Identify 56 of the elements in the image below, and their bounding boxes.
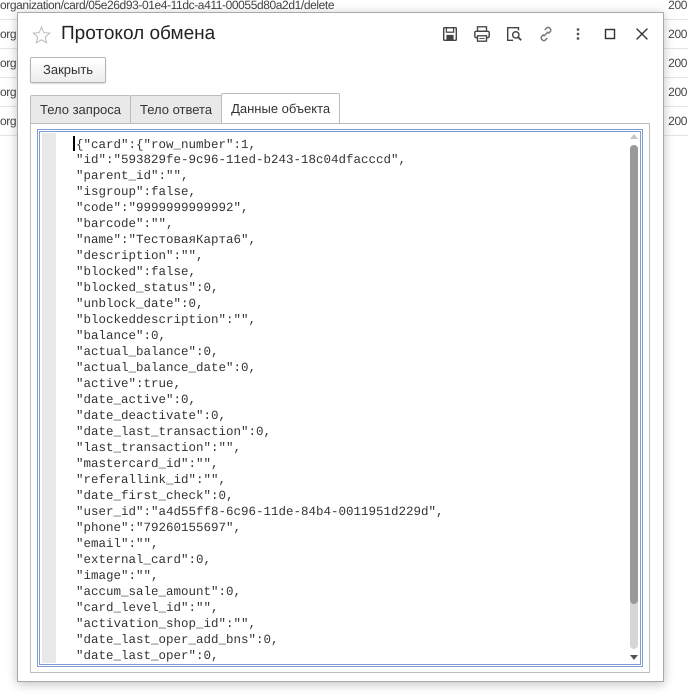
code-line: "id":"593829fe-9c96-11ed-b243-18c04dfacccd", xyxy=(76,153,406,167)
code-line: "parent_id":"", xyxy=(76,169,189,183)
close-button[interactable]: Закрыть xyxy=(30,57,106,83)
code-line: "active":true, xyxy=(76,377,182,391)
code-line: "blockeddescription":"", xyxy=(76,313,256,327)
status-code: 200 xyxy=(668,28,687,40)
list-path[interactable]: org xyxy=(0,28,16,40)
code-line: "name":"ТестоваяКарта6", xyxy=(76,233,256,247)
code-line: "date_last_oper":0, xyxy=(76,649,219,663)
code-line: "description":"", xyxy=(76,249,204,263)
code-editor[interactable] xyxy=(37,129,643,667)
code-line: "actual_balance":0, xyxy=(76,345,219,359)
code-line: "date_deactivate":0, xyxy=(76,409,226,423)
list-path[interactable]: organization/card/05e26d93-01e4-11dc-a411-00055d80a2d1/delete xyxy=(0,0,334,11)
code-line: "balance":0, xyxy=(76,329,166,343)
code-line: "phone":"79260155697", xyxy=(76,521,242,535)
code-line: "activation_shop_id":"", xyxy=(76,617,256,631)
print-icon[interactable] xyxy=(473,25,491,43)
list-path[interactable]: org xyxy=(0,115,16,127)
scrollbar-thumb[interactable] xyxy=(630,145,638,604)
tab[interactable]: Данные объекта xyxy=(221,93,340,123)
code-line: "barcode":"", xyxy=(76,217,174,231)
save-icon[interactable] xyxy=(441,25,459,43)
code-line: "mastercard_id":"", xyxy=(76,457,219,471)
tab[interactable]: Тело запроса xyxy=(30,95,132,123)
status-code: 200 xyxy=(668,57,687,69)
window-title: Протокол обмена xyxy=(61,22,216,46)
code-line: "image":"", xyxy=(76,569,159,583)
code-line: "date_last_transaction":0, xyxy=(76,425,272,439)
status-code: 200 xyxy=(668,115,687,127)
scroll-down-icon[interactable] xyxy=(630,655,638,660)
list-path[interactable]: org xyxy=(0,57,16,69)
code-line: "referallink_id":"", xyxy=(76,473,226,487)
tab[interactable]: Тело ответа xyxy=(130,95,222,123)
code-line: "last_transaction":"", xyxy=(76,441,242,455)
code-line: "date_first_check":0, xyxy=(76,489,234,503)
status-code: 200 xyxy=(668,0,687,11)
code-line: "accum_sale_amount":0, xyxy=(76,585,242,599)
code-line: "email":"", xyxy=(76,537,159,551)
code-line: "user_id":"a4d55ff8-6c96-11de-84b4-0011951d229d", xyxy=(76,505,444,519)
code-line: {"card":{"row_number":1, xyxy=(76,138,256,152)
preview-icon[interactable] xyxy=(505,25,523,43)
code-line: "external_card":0, xyxy=(76,553,212,567)
code-line: "blocked":false, xyxy=(76,265,196,279)
code-line: "blocked_status":0, xyxy=(76,281,219,295)
list-path[interactable]: org xyxy=(0,86,16,98)
code-line: "date_last_oper_add_bns":0, xyxy=(76,633,279,647)
code-line: "unblock_date":0, xyxy=(76,297,204,311)
code-line: "card_level_id":"", xyxy=(76,601,219,615)
code-line: "code":"9999999999992", xyxy=(76,201,249,215)
favorite-star-icon[interactable] xyxy=(32,26,51,44)
code-line: "date_active":0, xyxy=(76,393,196,407)
code-line: "actual_balance_date":0, xyxy=(76,361,256,375)
text-cursor xyxy=(73,136,74,151)
status-code: 200 xyxy=(668,86,687,98)
code-line: "isgroup":false, xyxy=(76,185,196,199)
